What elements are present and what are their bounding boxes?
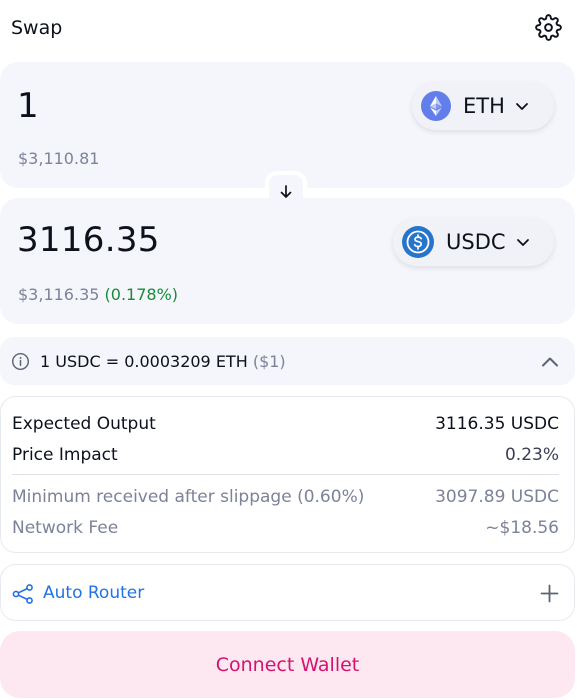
info-icon (11, 352, 30, 371)
buy-panel: 3116.35 $3,116.35 (0.178%) USDC (0, 198, 575, 324)
exchange-rate-value: 1 USDC = 0.0003209 ETH (40, 352, 248, 371)
detail-label: Minimum received after slippage (0.60%) (12, 487, 365, 507)
sell-amount-input[interactable]: 1 (17, 86, 39, 126)
details-divider (12, 474, 559, 475)
connect-wallet-label: Connect Wallet (215, 653, 360, 676)
plus-icon (540, 584, 559, 603)
chevron-down-icon (515, 103, 528, 110)
page-title: Swap (11, 17, 63, 39)
sell-token-selector[interactable]: ETH (412, 82, 554, 130)
buy-usd-value: $3,116.35 (0.178%) (18, 285, 178, 304)
auto-router-label: Auto Router (43, 583, 145, 603)
detail-label: Network Fee (12, 518, 119, 538)
chevron-up-icon (542, 357, 558, 367)
sell-panel: 1 $3,110.81 ETH (0, 62, 575, 188)
buy-token-selector[interactable]: USDC (393, 218, 554, 266)
detail-label: Price Impact (12, 445, 118, 465)
route-icon (12, 584, 33, 604)
usdc-icon (402, 226, 434, 258)
gear-icon[interactable] (535, 14, 562, 41)
eth-icon (421, 91, 451, 121)
connect-wallet-button[interactable]: Connect Wallet (0, 631, 575, 698)
detail-row-minimum-received: Minimum received after slippage (0.60%) … (12, 487, 559, 507)
detail-row-price-impact: Price Impact 0.23% (12, 445, 559, 465)
exchange-rate-toggle[interactable]: 1 USDC = 0.0003209 ETH ($1) (0, 337, 575, 385)
sell-token-symbol: ETH (463, 94, 505, 118)
chevron-down-icon (516, 239, 529, 246)
detail-label: Expected Output (12, 414, 156, 434)
price-change: (0.178%) (104, 285, 179, 304)
detail-value: 3097.89 USDC (435, 487, 559, 507)
buy-token-symbol: USDC (446, 230, 506, 254)
buy-amount-input[interactable]: 3116.35 (17, 220, 160, 260)
detail-row-expected-output: Expected Output 3116.35 USDC (12, 414, 559, 434)
detail-value: 3116.35 USDC (435, 414, 559, 434)
exchange-rate: 1 USDC = 0.0003209 ETH ($1) (40, 352, 286, 371)
detail-value: 0.23% (504, 445, 559, 465)
detail-value: ~$18.56 (485, 518, 559, 538)
buy-usd-amount: $3,116.35 (18, 285, 100, 304)
sell-usd-value: $3,110.81 (18, 149, 100, 168)
swap-header: Swap (0, 0, 577, 56)
exchange-rate-usd: ($1) (252, 352, 286, 371)
swap-details: Expected Output 3116.35 USDC Price Impac… (0, 396, 575, 553)
detail-row-network-fee: Network Fee ~$18.56 (12, 518, 559, 538)
auto-router-toggle[interactable]: Auto Router (0, 564, 575, 621)
